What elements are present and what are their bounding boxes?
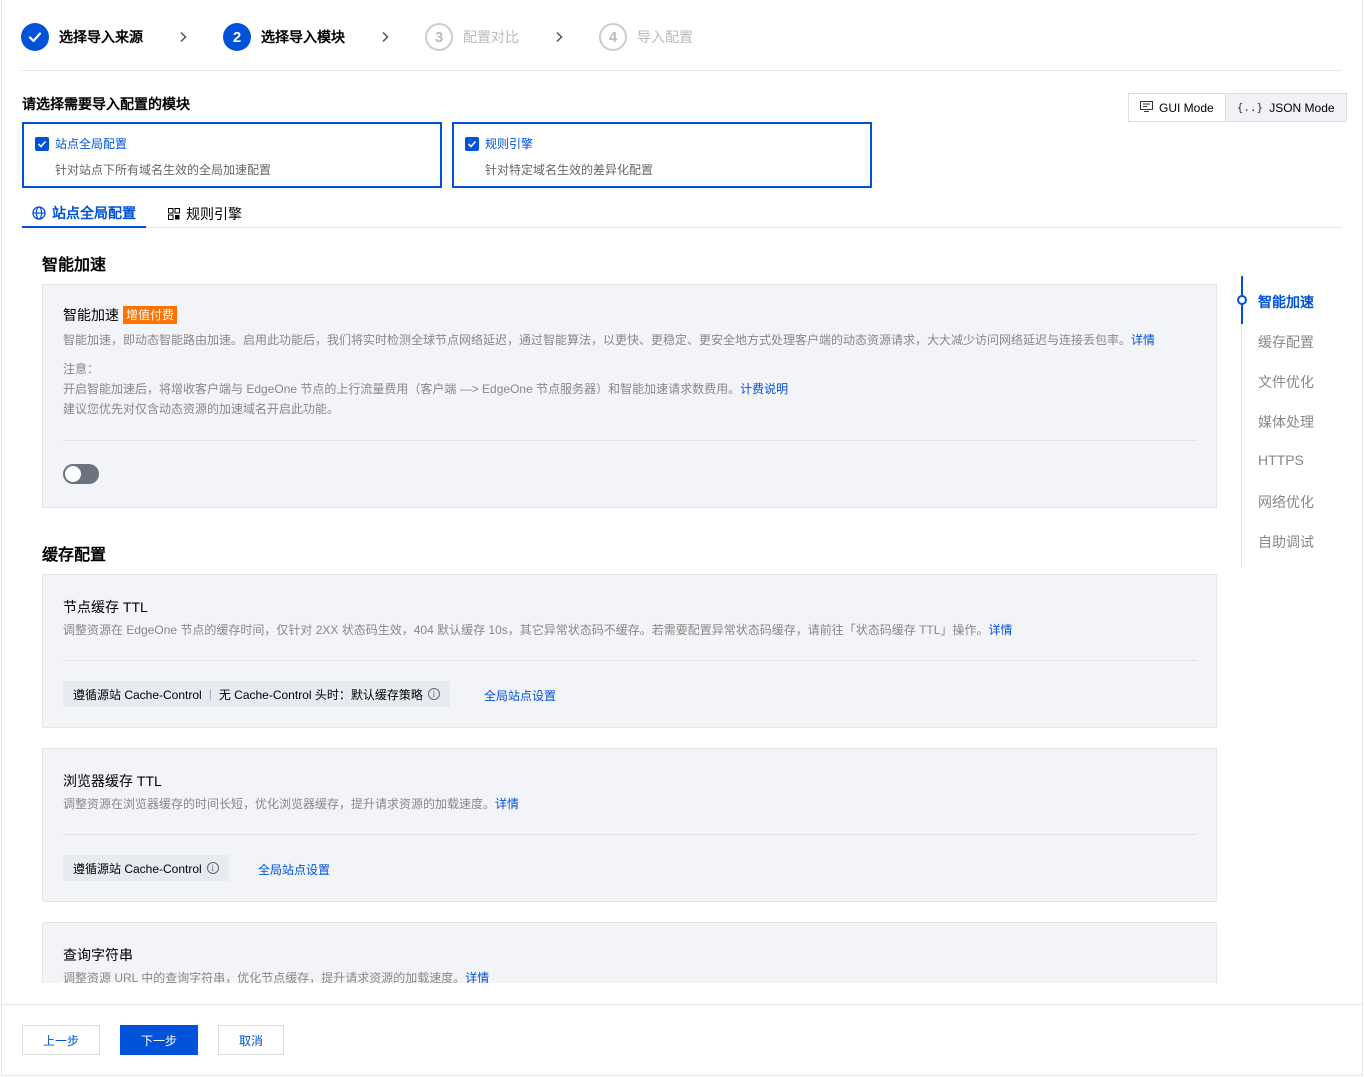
anchor-file-optimization[interactable]: 文件优化 (1258, 372, 1314, 392)
divider (63, 440, 1197, 441)
divider (63, 660, 1197, 661)
prev-button[interactable]: 上一步 (22, 1025, 100, 1055)
step-1: 选择导入来源 (21, 23, 143, 51)
anchor-smart-acceleration[interactable]: 智能加速 (1258, 292, 1314, 312)
note-billing: 开启智能加速后，将增收客户端与 EdgeOne 节点的上行流量费用（客户端 —>… (63, 382, 789, 396)
anchor-https[interactable]: HTTPS (1258, 452, 1304, 468)
details-link[interactable]: 详情 (495, 797, 519, 811)
group-title-smart: 智能加速 (42, 257, 107, 274)
global-site-settings-link[interactable]: 全局站点设置 (258, 861, 330, 878)
global-site-settings-link[interactable]: 全局站点设置 (484, 687, 556, 704)
panel-desc: 调整资源在 EdgeOne 节点的缓存时间，仅针对 2XX 状态码生效，404 … (63, 623, 1013, 637)
checkbox-checked-icon[interactable] (465, 136, 479, 151)
details-link[interactable]: 详情 (465, 971, 489, 983)
step-2-label: 选择导入模块 (261, 29, 345, 45)
json-mode-label: JSON Mode (1269, 100, 1335, 115)
step-4-number: 4 (599, 23, 627, 51)
tab-rules[interactable]: 规则引擎 (158, 200, 252, 228)
panel-desc: 调整资源 URL 中的查询字符串，优化节点缓存，提升请求资源的加载速度。详情 (63, 971, 490, 983)
note-advice: 建议您优先对仅含动态资源的加速域名开启此功能。 (63, 402, 340, 416)
module-title: 站点全局配置 (55, 137, 128, 151)
module-card-rules[interactable]: 规则引擎 针对特定域名生效的差异化配置 (452, 122, 872, 188)
tab-rules-label: 规则引擎 (186, 206, 242, 222)
module-desc: 针对特定域名生效的差异化配置 (485, 163, 654, 177)
module-title: 规则引擎 (485, 137, 534, 151)
divider (63, 834, 1197, 835)
settings-content[interactable]: 智能加速 智能加速 增值付费 智能加速，即动态智能路由加速。启用此功能后，我们将… (2, 228, 1362, 983)
active-dot-icon (1237, 295, 1247, 305)
divider (21, 70, 1342, 71)
module-card-global[interactable]: 站点全局配置 针对站点下所有域名生效的全局加速配置 (22, 122, 442, 188)
panel-title: 浏览器缓存 TTL (63, 773, 162, 789)
panel-node-cache-ttl: 节点缓存 TTL 调整资源在 EdgeOne 节点的缓存时间，仅针对 2XX 状… (42, 574, 1217, 728)
json-mode-button[interactable]: {..} JSON Mode (1224, 94, 1346, 121)
anchor-cache[interactable]: 缓存配置 (1258, 332, 1314, 352)
step-3-label: 配置对比 (463, 29, 519, 45)
panel-browser-cache-ttl: 浏览器缓存 TTL 调整资源在浏览器缓存的时间长短，优化浏览器缓存，提升请求资源… (42, 748, 1217, 902)
details-link[interactable]: 详情 (1131, 333, 1155, 347)
checkbox-checked-icon[interactable] (35, 136, 49, 151)
panel-desc: 智能加速，即动态智能路由加速。启用此功能后，我们将实时检测全球节点网络延迟，通过… (63, 333, 1156, 347)
step-4: 4 导入配置 (599, 23, 693, 51)
smart-acceleration-toggle[interactable] (63, 464, 99, 484)
tabs: 站点全局配置 规则引擎 (22, 200, 1342, 228)
check-icon (21, 23, 49, 51)
panel-query-string: 查询字符串 调整资源 URL 中的查询字符串，优化节点缓存，提升请求资源的加载速… (42, 922, 1217, 983)
panel-smart-acceleration: 智能加速 增值付费 智能加速，即动态智能路由加速。启用此功能后，我们将实时检测全… (42, 284, 1217, 508)
step-3-number: 3 (425, 23, 453, 51)
note-label: 注意： (63, 362, 100, 376)
gui-mode-button[interactable]: GUI Mode (1129, 94, 1225, 121)
anchor-network[interactable]: 网络优化 (1258, 492, 1314, 512)
step-2: 2 选择导入模块 (223, 23, 345, 51)
anchor-self-debug[interactable]: 自助调试 (1258, 532, 1314, 552)
chevron-right-icon (379, 31, 391, 43)
grid-icon (168, 208, 180, 220)
cache-policy-tag: 遵循源站 Cache-Control i (63, 855, 229, 881)
steps: 选择导入来源 2 选择导入模块 3 配置对比 4 导入配置 (21, 22, 693, 52)
info-icon[interactable]: i (206, 862, 219, 874)
anchor-media[interactable]: 媒体处理 (1258, 412, 1314, 432)
tab-global[interactable]: 站点全局配置 (22, 200, 146, 228)
globe-icon (32, 206, 46, 220)
step-4-label: 导入配置 (637, 29, 693, 45)
step-2-number: 2 (223, 23, 251, 51)
monitor-icon (1140, 100, 1153, 115)
panel-title: 节点缓存 TTL (63, 599, 148, 615)
tab-global-label: 站点全局配置 (52, 205, 136, 221)
details-link[interactable]: 详情 (988, 623, 1012, 637)
chevron-right-icon (553, 31, 565, 43)
group-title-cache: 缓存配置 (42, 547, 107, 564)
next-button[interactable]: 下一步 (120, 1025, 198, 1055)
cache-policy-tag: 遵循源站 Cache-Control | 无 Cache-Control 头时：… (63, 681, 450, 707)
anchor-nav: 智能加速 缓存配置 文件优化 媒体处理 HTTPS 网络优化 自助调试 (1237, 276, 1340, 568)
panel-title: 智能加速 (63, 307, 119, 323)
step-3: 3 配置对比 (425, 23, 519, 51)
panel-title: 查询字符串 (63, 947, 133, 963)
select-modules-title: 请选择需要导入配置的模块 (22, 96, 190, 112)
chevron-right-icon (177, 31, 189, 43)
braces-icon: {..} (1236, 101, 1264, 114)
gui-mode-label: GUI Mode (1159, 100, 1214, 115)
cancel-button[interactable]: 取消 (218, 1025, 284, 1055)
mode-switch: GUI Mode {..} JSON Mode (1128, 93, 1347, 122)
info-icon[interactable]: i (427, 688, 440, 700)
panel-desc: 调整资源在浏览器缓存的时间长短，优化浏览器缓存，提升请求资源的加载速度。详情 (63, 797, 520, 811)
module-desc: 针对站点下所有域名生效的全局加速配置 (55, 163, 272, 177)
divider (2, 1004, 1362, 1005)
paid-badge: 增值付费 (123, 306, 178, 324)
billing-link[interactable]: 计费说明 (740, 382, 788, 396)
step-1-label: 选择导入来源 (59, 29, 143, 45)
